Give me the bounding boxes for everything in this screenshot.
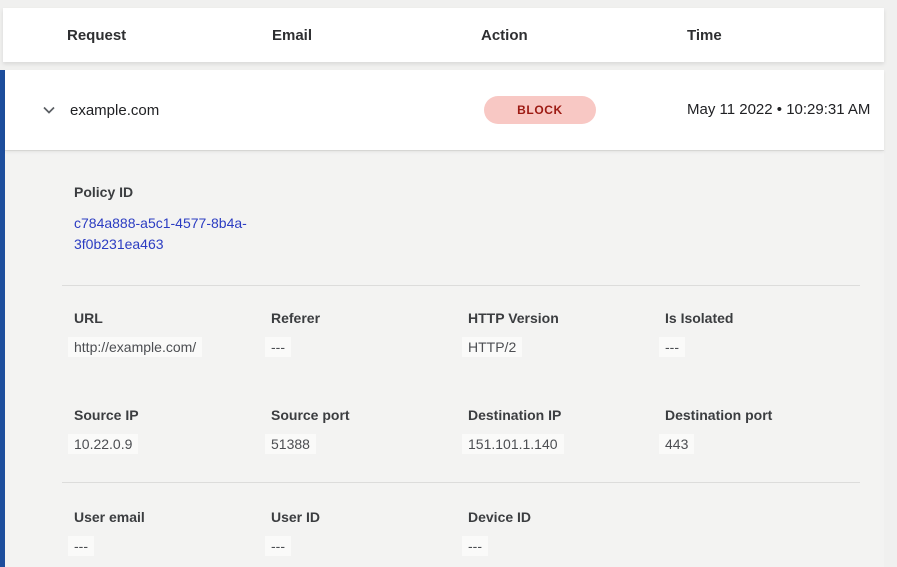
- user-id-label: User ID: [271, 509, 468, 525]
- is-isolated-label: Is Isolated: [665, 310, 862, 326]
- device-id-label: Device ID: [468, 509, 665, 525]
- source-port-label: Source port: [271, 407, 468, 423]
- url-label: URL: [74, 310, 271, 326]
- source-ip-label: Source IP: [74, 407, 271, 423]
- http-version-value: HTTP/2: [462, 337, 522, 357]
- url-value: http://example.com/: [68, 337, 202, 357]
- field-user-id: User ID ---: [271, 509, 468, 556]
- field-user-email: User email ---: [74, 509, 271, 556]
- column-header-action: Action: [481, 27, 687, 44]
- field-source-port: Source port 51388: [271, 407, 468, 454]
- field-destination-port: Destination port 443: [665, 407, 862, 454]
- block-status-badge: BLOCK: [484, 96, 596, 124]
- policy-id-label: Policy ID: [74, 184, 860, 200]
- destination-ip-label: Destination IP: [468, 407, 665, 423]
- destination-ip-value: 151.101.1.140: [462, 434, 564, 454]
- time-value: May 11 2022 • 10:29:31 AM: [687, 98, 879, 122]
- referer-label: Referer: [271, 310, 468, 326]
- user-email-label: User email: [74, 509, 271, 525]
- user-id-value: ---: [265, 536, 291, 556]
- field-source-ip: Source IP 10.22.0.9: [74, 407, 271, 454]
- referer-value: ---: [265, 337, 291, 357]
- field-is-isolated: Is Isolated ---: [665, 310, 862, 357]
- field-referer: Referer ---: [271, 310, 468, 357]
- network-details-row: Source IP 10.22.0.9 Source port 51388 De…: [74, 407, 860, 454]
- device-id-value: ---: [462, 536, 488, 556]
- is-isolated-value: ---: [659, 337, 685, 357]
- destination-port-value: 443: [659, 434, 694, 454]
- policy-id-link[interactable]: c784a888-a5c1-4577-8b4a-3f0b231ea463: [74, 213, 272, 255]
- column-header-time: Time: [687, 27, 884, 44]
- divider: [62, 482, 860, 483]
- field-url: URL http://example.com/: [74, 310, 271, 357]
- policy-section: Policy ID c784a888-a5c1-4577-8b4a-3f0b23…: [74, 184, 860, 255]
- source-ip-value: 10.22.0.9: [68, 434, 138, 454]
- action-cell: BLOCK: [481, 96, 687, 124]
- row-expander[interactable]: [5, 102, 70, 118]
- field-destination-ip: Destination IP 151.101.1.140: [468, 407, 665, 454]
- request-value: example.com: [70, 102, 272, 119]
- source-port-value: 51388: [265, 434, 316, 454]
- log-table-header: Request Email Action Time: [3, 8, 884, 62]
- user-email-value: ---: [68, 536, 94, 556]
- user-details-row: User email --- User ID --- Device ID ---: [74, 509, 860, 556]
- chevron-down-icon: [41, 102, 57, 118]
- http-details-row: URL http://example.com/ Referer --- HTTP…: [74, 310, 860, 357]
- http-version-label: HTTP Version: [468, 310, 665, 326]
- field-empty: [665, 509, 862, 556]
- log-row[interactable]: example.com BLOCK May 11 2022 • 10:29:31…: [5, 70, 884, 150]
- field-http-version: HTTP Version HTTP/2: [468, 310, 665, 357]
- log-row-expanded: example.com BLOCK May 11 2022 • 10:29:31…: [0, 70, 884, 567]
- destination-port-label: Destination port: [665, 407, 862, 423]
- column-header-email: Email: [272, 27, 481, 44]
- divider: [62, 285, 860, 286]
- request-detail-panel: Policy ID c784a888-a5c1-4577-8b4a-3f0b23…: [5, 150, 884, 567]
- field-device-id: Device ID ---: [468, 509, 665, 556]
- column-header-request: Request: [67, 27, 272, 44]
